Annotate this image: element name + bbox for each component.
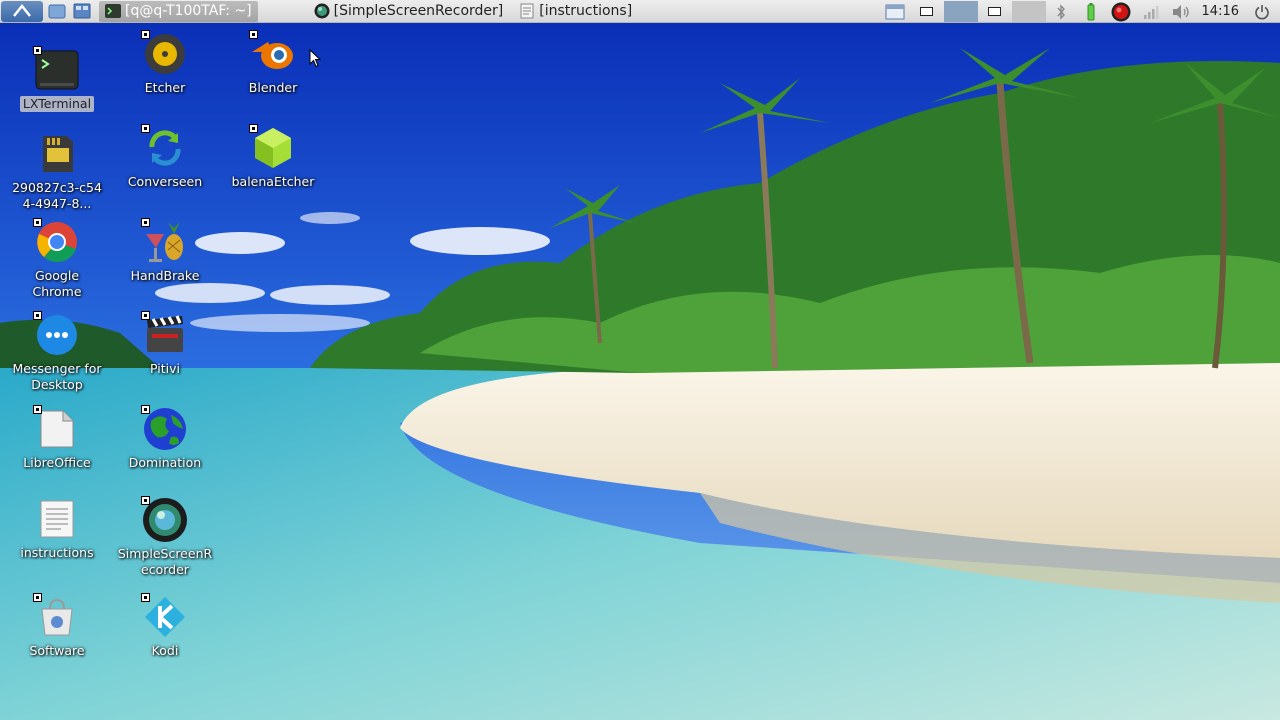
icon-label: Etcher	[144, 80, 186, 95]
desktop-icon-software[interactable]: Software	[5, 593, 109, 659]
shortcut-badge-icon	[33, 46, 42, 55]
power-button[interactable]	[1250, 1, 1274, 22]
chrome-icon	[33, 218, 81, 266]
icon-label: Domination	[128, 455, 202, 470]
start-menu-button[interactable]	[1, 0, 43, 22]
taskbar-task-screenrecorder[interactable]: [SimpleScreenRecorder]	[308, 1, 510, 22]
desktop-icon-simplescreenrecorder[interactable]: SimpleScreenRecorder	[113, 496, 217, 578]
shortcut-badge-icon	[249, 30, 258, 39]
messenger-icon	[33, 311, 81, 359]
workspace-window-icon	[988, 7, 1002, 16]
icon-label: Pitivi	[150, 361, 180, 376]
icon-label: SimpleScreenRecorder	[117, 546, 213, 577]
shortcut-badge-icon	[33, 593, 42, 602]
desktop-icon-instructions[interactable]: instructions	[5, 495, 109, 561]
icon-label: HandBrake	[130, 268, 200, 283]
shortcut-badge-icon	[33, 405, 42, 414]
icon-label: balenaEtcher	[231, 174, 315, 189]
libreoffice-icon	[33, 405, 81, 453]
desktop-icon-handbrake[interactable]: HandBrake	[113, 218, 217, 284]
icon-label: 290827c3-c544-4947-8...	[12, 180, 102, 211]
shortcut-badge-icon	[141, 593, 150, 602]
shortcut-badge-icon	[141, 124, 150, 133]
screen-recorder-icon	[141, 496, 189, 544]
shortcut-badge-icon	[141, 311, 150, 320]
icon-label: instructions	[20, 545, 94, 560]
volume-icon[interactable]	[1169, 1, 1193, 22]
etcher-icon	[141, 30, 189, 78]
icon-label: Google Chrome	[32, 268, 82, 299]
shortcut-badge-icon	[141, 496, 150, 505]
desktop-icon-etcher[interactable]: Etcher	[113, 30, 217, 96]
desktop-icon-libreoffice[interactable]: LibreOffice	[5, 405, 109, 471]
workspace-3[interactable]	[978, 1, 1012, 22]
text-file-small-icon	[519, 3, 535, 19]
desktop-icon-lxterminal[interactable]: LXTerminal	[5, 46, 109, 112]
menu-logo-icon	[13, 3, 31, 17]
power-icon	[1255, 4, 1269, 19]
converseen-icon	[141, 124, 189, 172]
desktop-icon-messenger[interactable]: Messenger for Desktop	[5, 311, 109, 393]
shortcut-badge-icon	[249, 124, 258, 133]
blender-icon	[249, 30, 297, 78]
mouse-pointer-icon	[309, 49, 321, 68]
handbrake-icon	[141, 218, 189, 266]
balena-etcher-icon	[249, 124, 297, 172]
taskbar-task-label: [q@q-T100TAF: ~]	[125, 3, 252, 19]
show-desktop-launcher[interactable]	[71, 1, 93, 22]
kodi-icon	[141, 593, 189, 641]
terminal-small-icon	[105, 3, 121, 19]
text-file-icon	[33, 495, 81, 543]
icon-label: Software	[29, 643, 85, 658]
desktop-icon-balena-etcher[interactable]: balenaEtcher	[221, 124, 325, 190]
network-signal-icon[interactable]	[1139, 1, 1163, 22]
desktop-icon	[73, 3, 91, 19]
folder-icon	[48, 4, 66, 19]
icon-label: LibreOffice	[23, 455, 91, 470]
icon-label: Converseen	[127, 174, 203, 189]
taskbar-task-terminal[interactable]: [q@q-T100TAF: ~]	[99, 0, 258, 22]
desktop-icon-google-chrome[interactable]: Google Chrome	[5, 218, 109, 300]
workspace-4[interactable]	[1011, 1, 1046, 22]
desktop-icon-pitivi[interactable]: Pitivi	[113, 311, 217, 377]
file-manager-launcher[interactable]	[46, 1, 68, 22]
battery-icon[interactable]	[1079, 1, 1103, 22]
shortcut-badge-icon	[33, 311, 42, 320]
sd-card-icon	[33, 130, 81, 178]
workspace-2[interactable]	[943, 1, 978, 22]
system-tray: 14:16	[880, 0, 1280, 23]
shortcut-badge-icon	[33, 218, 42, 227]
desktop-icon-converseen[interactable]: Converseen	[113, 124, 217, 190]
taskbar: [q@q-T100TAF: ~] [SimpleScreenRecorder] …	[0, 0, 1280, 23]
window-list-button[interactable]	[883, 1, 907, 22]
shortcut-badge-icon	[141, 405, 150, 414]
clock[interactable]: 14:16	[1202, 4, 1239, 19]
workspace-window-icon	[920, 7, 934, 16]
icon-label: Messenger for Desktop	[12, 361, 102, 392]
terminal-icon	[33, 46, 81, 94]
icon-label: Blender	[248, 80, 298, 95]
desktop-icon-sd-card[interactable]: 290827c3-c544-4947-8...	[5, 130, 109, 212]
software-center-icon	[33, 593, 81, 641]
pitivi-icon	[141, 311, 189, 359]
globe-icon	[141, 405, 189, 453]
desktop-icon-domination[interactable]: Domination	[113, 405, 217, 471]
bluetooth-icon[interactable]	[1049, 1, 1073, 22]
shortcut-badge-icon	[141, 218, 150, 227]
taskbar-task-label: [instructions]	[539, 3, 633, 19]
taskbar-task-label: [SimpleScreenRecorder]	[333, 3, 504, 19]
recording-indicator-icon[interactable]	[1109, 1, 1133, 22]
icon-label: LXTerminal	[19, 96, 95, 112]
taskbar-task-instructions[interactable]: [instructions]	[513, 1, 638, 22]
screen-recorder-small-icon	[314, 3, 330, 19]
window-icon	[885, 4, 905, 19]
workspace-1[interactable]	[910, 1, 944, 22]
icon-label: Kodi	[151, 643, 179, 658]
shortcut-badge-icon	[141, 30, 150, 39]
desktop-icon-kodi[interactable]: Kodi	[113, 593, 217, 659]
